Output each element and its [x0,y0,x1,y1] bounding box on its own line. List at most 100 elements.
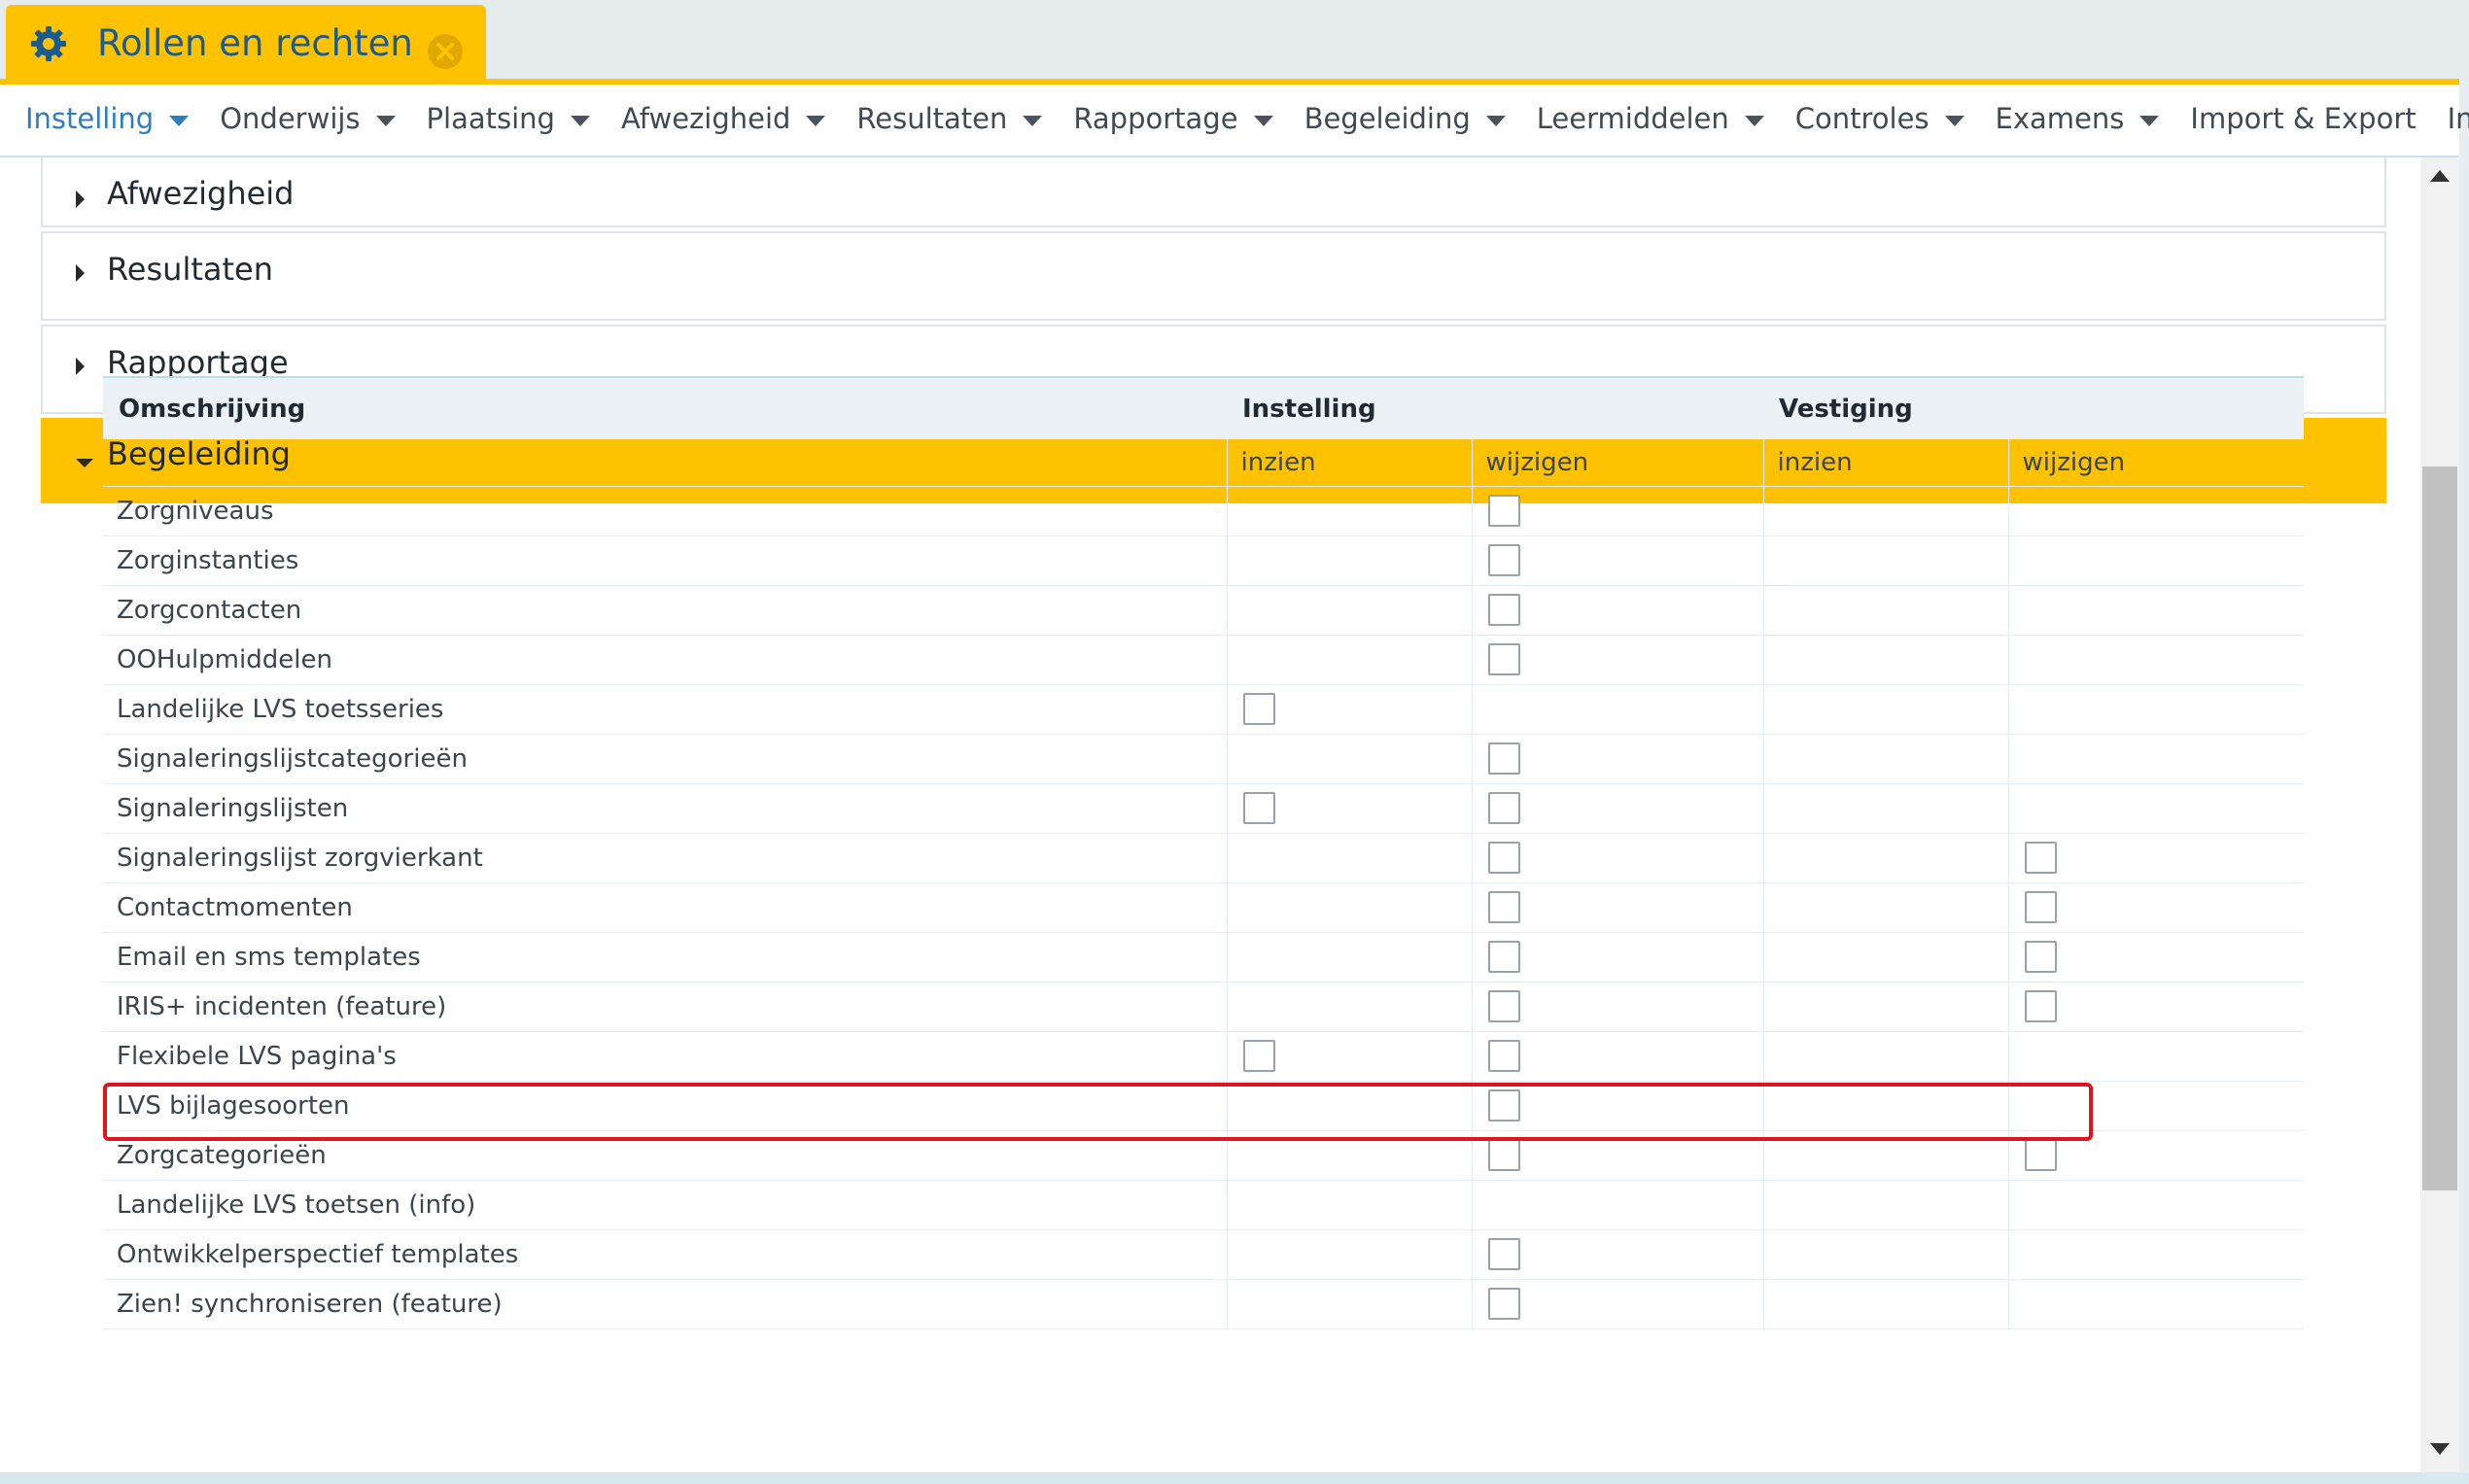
permission-checkbox[interactable] [1242,1040,1275,1072]
permission-checkbox[interactable] [2024,842,2057,874]
app-tab[interactable]: Rollen en rechten [6,5,486,82]
table-row: Zien! synchroniseren (feature) [103,1279,2304,1329]
menu-item-rapportage[interactable]: Rapportage [1073,102,1273,135]
permission-checkbox[interactable] [1487,990,1520,1022]
scroll-up-arrow-icon[interactable] [2430,170,2450,182]
permission-cell [1472,982,1764,1032]
menu-item-plaatsing[interactable]: Plaatsing [427,102,590,135]
app-title: Rollen en rechten [97,22,413,64]
permission-cell [2008,1279,2304,1329]
permission-cell [2008,585,2304,636]
permission-cell [1472,734,1764,784]
permission-checkbox[interactable] [1487,842,1520,874]
permission-checkbox[interactable] [1242,792,1275,824]
menu-item-begeleiding[interactable]: Begeleiding [1304,102,1506,135]
row-label: Landelijke LVS toetsen (info) [103,1180,1228,1230]
row-label: Zorginstanties [103,535,1228,586]
permission-cell [1227,982,1473,1032]
permission-checkbox[interactable] [1487,544,1520,576]
table-row: Flexibele LVS pagina's [103,1031,2304,1082]
menu-item-controles[interactable]: Controles [1795,102,1965,135]
permission-cell [1227,1279,1473,1329]
col-vestiging: Vestiging [1763,376,2304,439]
row-label: Ontwikkelperspectief templates [103,1229,1228,1280]
permission-checkbox[interactable] [1487,891,1520,923]
row-label: Signaleringslijst zorgvierkant [103,833,1228,883]
permission-checkbox[interactable] [1487,1238,1520,1270]
row-label: Flexibele LVS pagina's [103,1031,1228,1082]
permission-checkbox[interactable] [1487,941,1520,973]
table-row: Signaleringslijstcategorieën [103,734,2304,784]
bottom-bar [0,1472,2469,1484]
permission-cell [1227,684,1473,735]
permission-cell [1763,1279,2009,1329]
permission-cell [1227,734,1473,784]
permission-cell [1763,1229,2009,1280]
col-instelling: Instelling [1227,376,1763,439]
caret-right-icon [76,264,85,282]
permission-checkbox[interactable] [1487,1288,1520,1320]
permission-checkbox[interactable] [2024,941,2057,973]
permission-checkbox[interactable] [1487,1139,1520,1171]
permission-cell [1227,535,1473,586]
permission-cell [1227,1031,1473,1082]
permission-checkbox[interactable] [1487,495,1520,527]
permission-cell [1763,684,2009,735]
menu-item-label: Import & Export [2190,102,2417,135]
menu-item-info[interactable]: Info [2448,102,2469,135]
col-description: Omschrijving [103,376,1227,439]
permission-cell [1763,635,2009,685]
section-resultaten[interactable]: Resultaten [41,231,2386,321]
permission-checkbox[interactable] [1487,1040,1520,1072]
permission-cell [1763,734,2009,784]
table-row: Zorginstanties [103,535,2304,586]
permission-cell [2008,684,2304,735]
menu-item-examens[interactable]: Examens [1996,102,2160,135]
caret-right-icon [76,358,85,375]
permission-checkbox[interactable] [2024,990,2057,1022]
permission-cell [1472,1229,1764,1280]
permission-checkbox[interactable] [1487,594,1520,626]
menu-item-import-export[interactable]: Import & Export [2190,102,2416,135]
permission-cell [2008,982,2304,1032]
scroll-thumb[interactable] [2422,466,2457,1191]
permission-checkbox[interactable] [1242,693,1275,725]
tab-strip: Rollen en rechten [0,0,2469,85]
table-row: IRIS+ incidenten (feature) [103,982,2304,1032]
row-label: Signaleringslijstcategorieën [103,734,1228,784]
permission-cell [1763,932,2009,983]
permission-cell [1227,585,1473,636]
subheader-inzien: inzien [1763,439,2009,487]
menu-item-label: Plaatsing [426,102,555,135]
menu-item-label: Leermiddelen [1536,102,1729,135]
permission-checkbox[interactable] [1487,643,1520,675]
menu-item-instelling[interactable]: Instelling [25,102,190,135]
menu-item-onderwijs[interactable]: Onderwijs [220,102,396,135]
menu-item-label: Afwezigheid [620,102,791,135]
table-row: Ontwikkelperspectief templates [103,1229,2304,1280]
table-row: Landelijke LVS toetsseries [103,684,2304,735]
menu-item-resultaten[interactable]: Resultaten [856,102,1043,135]
permission-checkbox[interactable] [1487,742,1520,775]
chevron-down-icon [1023,115,1043,126]
permission-checkbox[interactable] [2024,891,2057,923]
close-circle-icon[interactable] [426,32,465,71]
permission-checkbox[interactable] [2024,1139,2057,1171]
scroll-down-arrow-icon[interactable] [2430,1443,2450,1455]
menu-item-leermiddelen[interactable]: Leermiddelen [1537,102,1764,135]
section-afwezigheid[interactable]: Afwezigheid [41,157,2386,227]
caret-right-icon [76,190,85,208]
menu-item-afwezigheid[interactable]: Afwezigheid [620,102,826,135]
main-menu: Instelling Onderwijs Plaatsing Afwezigheid R… [0,85,2469,157]
chevron-down-icon [1944,115,1965,126]
permission-cell [1763,982,2009,1032]
menu-item-label: Examens [1995,102,2125,135]
row-label: Contactmomenten [103,882,1228,933]
subheader-wijzigen: wijzigen [1472,439,1764,487]
permission-cell [1227,833,1473,883]
menu-item-label: Begeleiding [1304,102,1471,135]
permission-checkbox[interactable] [1487,792,1520,824]
permission-cell [1472,783,1764,834]
permission-cell [1472,932,1764,983]
permission-cell [2008,1031,2304,1082]
